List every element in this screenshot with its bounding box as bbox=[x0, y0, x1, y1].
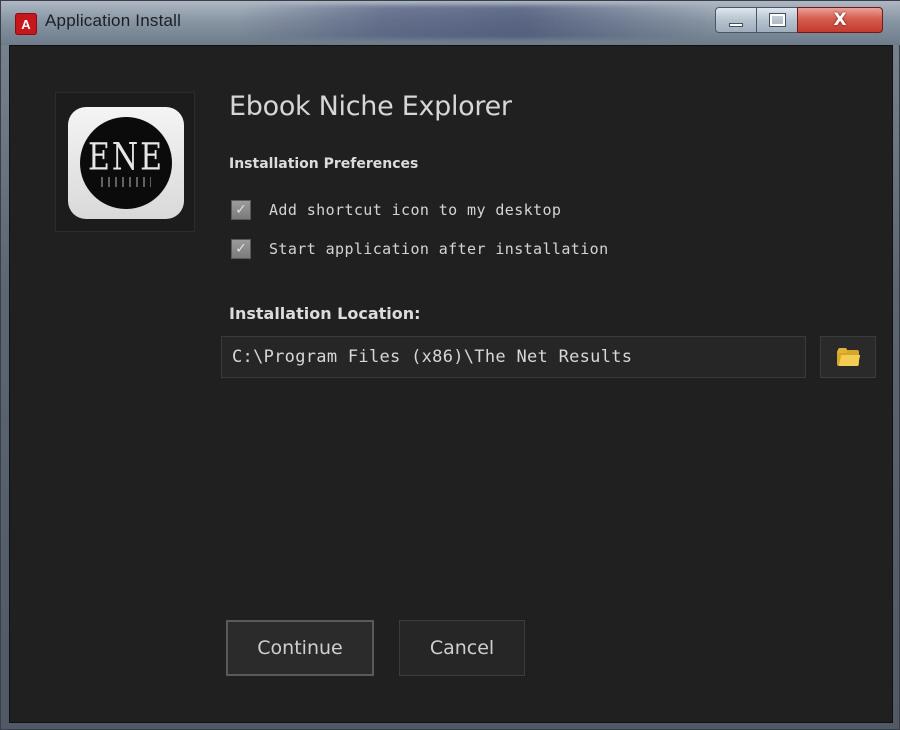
installer-window: A Application Install X ENE Ebook Niche … bbox=[0, 0, 900, 730]
location-heading: Installation Location: bbox=[229, 304, 421, 323]
checkmark-icon: ✓ bbox=[235, 202, 247, 218]
maximize-icon bbox=[768, 13, 786, 27]
install-path-field[interactable]: C:\Program Files (x86)\The Net Results bbox=[221, 336, 806, 378]
close-button[interactable]: X bbox=[797, 7, 883, 33]
start-after-install-checkbox[interactable]: ✓ bbox=[231, 239, 251, 259]
logo-text: ENE bbox=[87, 135, 165, 179]
app-logo: ENE bbox=[68, 107, 184, 219]
option-desktop-shortcut[interactable]: ✓ Add shortcut icon to my desktop bbox=[231, 198, 561, 222]
title-bar-glass bbox=[241, 5, 711, 39]
preferences-heading: Installation Preferences bbox=[229, 156, 419, 172]
maximize-button[interactable] bbox=[756, 7, 798, 33]
option-start-after-install[interactable]: ✓ Start application after installation bbox=[231, 237, 609, 261]
window-title: Application Install bbox=[45, 11, 182, 30]
app-logo-frame: ENE bbox=[55, 92, 195, 232]
adobe-air-icon: A bbox=[15, 13, 37, 35]
app-name: Ebook Niche Explorer bbox=[229, 91, 512, 122]
desktop-shortcut-label: Add shortcut icon to my desktop bbox=[269, 201, 562, 219]
desktop-shortcut-checkbox[interactable]: ✓ bbox=[231, 200, 251, 220]
installer-content: ENE Ebook Niche Explorer Installation Pr… bbox=[9, 45, 893, 723]
folder-icon bbox=[837, 348, 861, 366]
close-icon: X bbox=[833, 10, 847, 30]
continue-button[interactable]: Continue bbox=[226, 620, 374, 676]
logo-badge: ENE bbox=[80, 117, 172, 209]
browse-folder-button[interactable] bbox=[820, 336, 876, 378]
minimize-button[interactable] bbox=[715, 7, 757, 33]
title-bar[interactable]: A Application Install X bbox=[1, 1, 900, 45]
start-after-install-label: Start application after installation bbox=[269, 240, 609, 258]
checkmark-icon: ✓ bbox=[235, 241, 247, 257]
cancel-button[interactable]: Cancel bbox=[399, 620, 525, 676]
logo-drip-decoration bbox=[101, 176, 151, 187]
minimize-icon bbox=[729, 23, 743, 27]
